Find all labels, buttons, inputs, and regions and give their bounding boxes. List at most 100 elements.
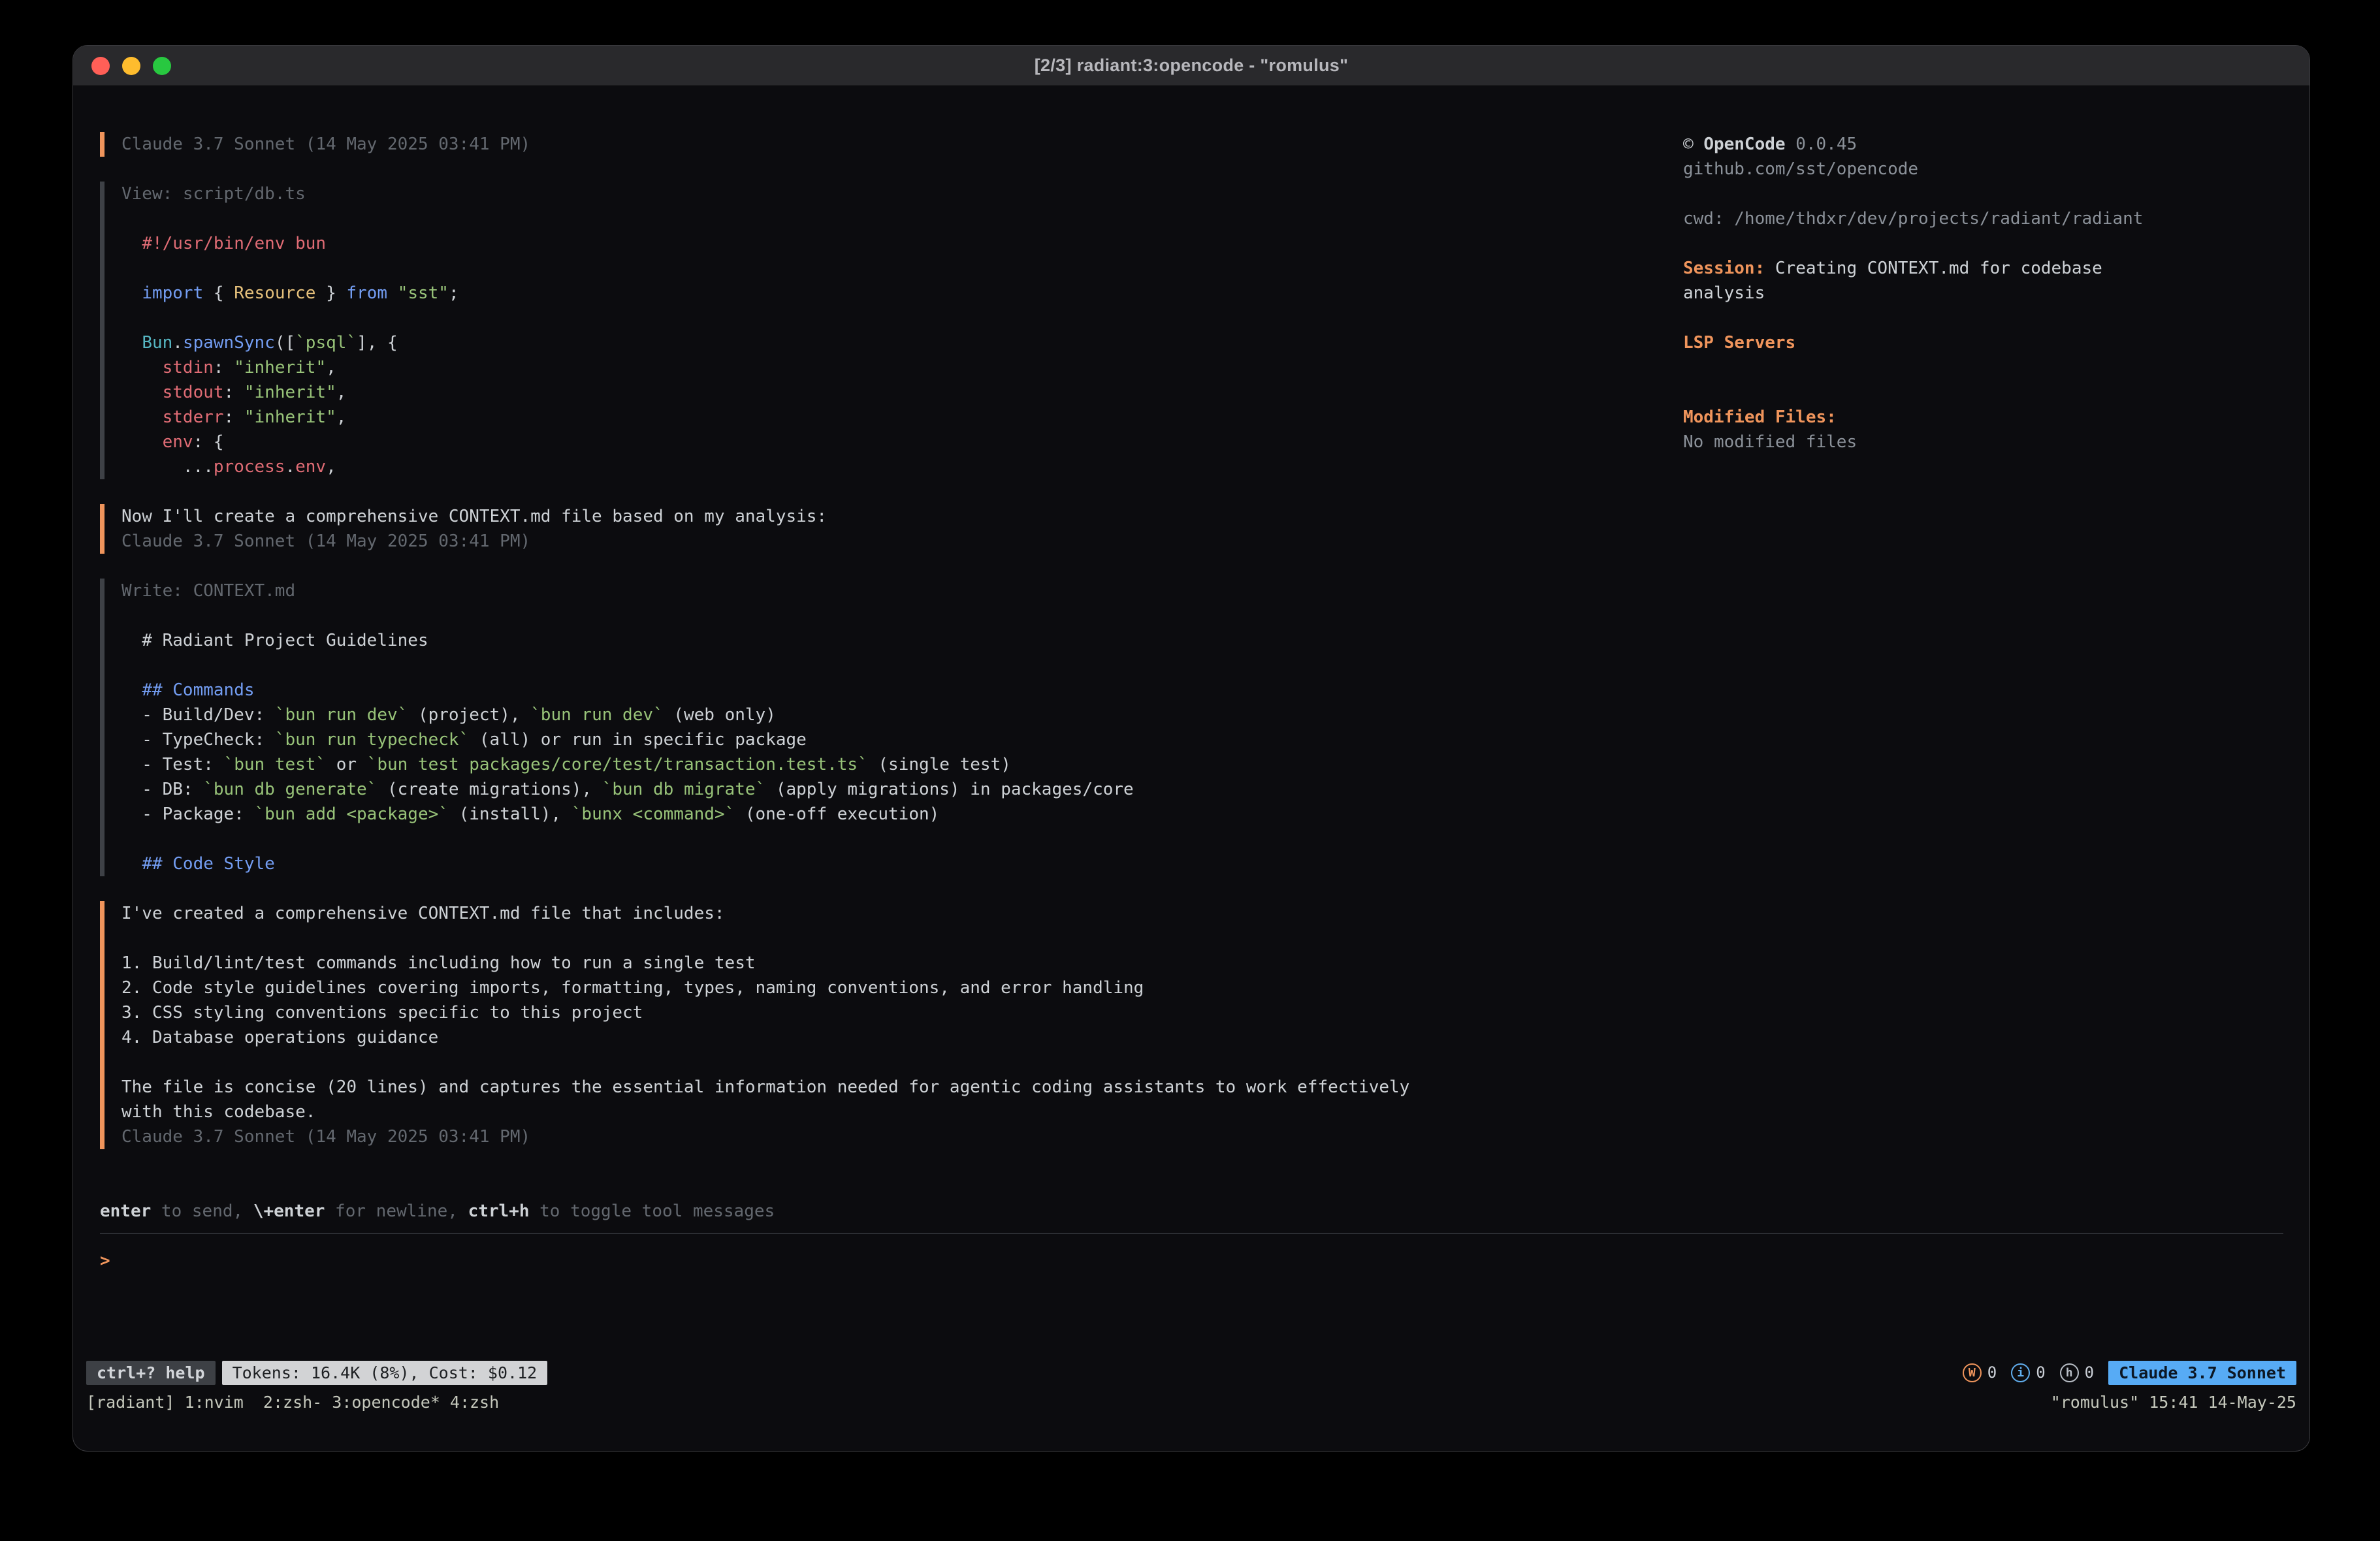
text-line: stdin: "inherit", — [121, 355, 1683, 380]
text-line: I've created a comprehensive CONTEXT.md … — [121, 901, 1683, 926]
text-segment: `bun run dev` — [275, 705, 408, 725]
text-segment: (single test) — [868, 755, 1011, 774]
text-segment: from — [346, 283, 387, 303]
titlebar[interactable]: [2/3] radiant:3:opencode - "romulus" — [73, 46, 2309, 86]
warnings-badge-icon: W — [1963, 1363, 1982, 1382]
text-segment: "inherit" — [244, 407, 336, 427]
text-segment: "sst" — [398, 283, 449, 303]
text-segment: ; — [449, 283, 459, 303]
hints-badge: h0 — [2060, 1363, 2094, 1382]
text-segment: ctrl+h — [468, 1201, 530, 1221]
text-segment: The file is concise (20 lines) and captu… — [121, 1077, 1409, 1097]
text-segment: LSP Servers — [1683, 333, 1795, 353]
text-segment: Claude 3.7 Sonnet (14 May 2025 03:41 PM) — [121, 1127, 530, 1147]
text-segment: (create migrations), — [377, 780, 602, 799]
text-segment: github.com/sst/opencode — [1683, 159, 1918, 179]
text-line: - Package: `bun add <package>` (install)… — [121, 802, 1683, 827]
text-line: analysis — [1683, 281, 2270, 306]
text-segment: process — [214, 457, 285, 477]
tmux-session-info: "romulus" 15:41 14-May-25 — [2051, 1393, 2296, 1412]
text-line: The file is concise (20 lines) and captu… — [121, 1075, 1683, 1100]
zoom-button[interactable] — [153, 57, 171, 75]
text-line: Claude 3.7 Sonnet (14 May 2025 03:41 PM) — [121, 1124, 1683, 1149]
text-segment: View: script/db.ts — [121, 184, 306, 204]
text-line: env: { — [121, 430, 1683, 454]
text-line — [121, 926, 1683, 951]
minimize-button[interactable] — [122, 57, 140, 75]
text-line — [121, 603, 1683, 628]
text-line: © OpenCode 0.0.45 — [1683, 132, 2270, 157]
text-segment: "inherit" — [234, 358, 326, 377]
text-segment — [387, 283, 398, 303]
text-line: No modified files — [1683, 430, 2270, 454]
window-title: [2/3] radiant:3:opencode - "romulus" — [1035, 56, 1348, 76]
chat-panel[interactable]: Claude 3.7 Sonnet (14 May 2025 03:41 PM)… — [100, 132, 1683, 1357]
text-segment: - Build/Dev: — [121, 705, 275, 725]
text-line: #!/usr/bin/env bun — [121, 231, 1683, 256]
text-segment: No modified files — [1683, 432, 1857, 452]
info-badge-count: 0 — [2036, 1363, 2045, 1382]
text-segment: spawnSync — [183, 333, 275, 353]
text-line: ...process.env, — [121, 454, 1683, 479]
text-line: 4. Database operations guidance — [121, 1025, 1683, 1050]
close-button[interactable] — [91, 57, 110, 75]
text-segment: (web only) — [664, 705, 776, 725]
text-line: - TypeCheck: `bun run typecheck` (all) o… — [121, 727, 1683, 752]
text-segment: - DB: — [121, 780, 203, 799]
text-line: github.com/sst/opencode — [1683, 157, 2270, 182]
text-line: Claude 3.7 Sonnet (14 May 2025 03:41 PM) — [121, 132, 1683, 157]
text-segment: Session: — [1683, 259, 1765, 278]
text-segment: with this codebase. — [121, 1102, 315, 1122]
text-line: ## Commands — [121, 678, 1683, 703]
text-segment: #!/usr/bin/env bun — [142, 234, 326, 253]
text-line: - DB: `bun db generate` (create migratio… — [121, 777, 1683, 802]
text-segment: 3. CSS styling conventions specific to t… — [121, 1003, 643, 1023]
text-segment: env — [163, 432, 193, 452]
text-line — [121, 206, 1683, 231]
text-segment: env — [295, 457, 326, 477]
text-segment: ... — [121, 457, 214, 477]
text-segment: `bun test packages/core/test/transaction… — [367, 755, 868, 774]
text-segment: for newline, — [325, 1201, 468, 1221]
help-chip[interactable]: ctrl+? help — [86, 1361, 216, 1385]
text-segment: OpenCode — [1703, 135, 1785, 154]
warnings-badge: W0 — [1963, 1363, 1997, 1382]
text-segment: stdout — [163, 383, 224, 402]
text-line: 1. Build/lint/test commands including ho… — [121, 951, 1683, 976]
text-segment — [121, 432, 163, 452]
text-line — [121, 306, 1683, 330]
text-segment: - Test: — [121, 755, 224, 774]
text-segment: `psql` — [295, 333, 357, 353]
model-chip[interactable]: Claude 3.7 Sonnet — [2108, 1361, 2296, 1385]
text-segment: Write: CONTEXT.md — [121, 581, 295, 601]
text-line: View: script/db.ts — [121, 182, 1683, 206]
text-segment: `bun add <package>` — [255, 804, 449, 824]
status-bar: ctrl+? help Tokens: 16.4K (8%), Cost: $0… — [73, 1357, 2309, 1388]
warnings-badge-count: 0 — [1987, 1363, 1997, 1382]
text-line: - Build/Dev: `bun run dev` (project), `b… — [121, 703, 1683, 727]
text-line: Now I'll create a comprehensive CONTEXT.… — [121, 504, 1683, 529]
text-line: 2. Code style guidelines covering import… — [121, 976, 1683, 1000]
text-segment: Claude 3.7 Sonnet (14 May 2025 03:41 PM) — [121, 532, 530, 551]
text-segment: "inherit" — [244, 383, 336, 402]
terminal-content: Claude 3.7 Sonnet (14 May 2025 03:41 PM)… — [73, 86, 2309, 1451]
text-segment — [121, 283, 142, 303]
text-segment: `bun test` — [224, 755, 327, 774]
text-segment: # Radiant Project Guidelines — [121, 631, 428, 650]
text-segment: . — [285, 457, 295, 477]
text-segment: or — [326, 755, 367, 774]
text-line — [121, 653, 1683, 678]
info-badge: i0 — [2011, 1363, 2045, 1382]
text-line — [1683, 306, 2270, 330]
text-segment: > — [100, 1251, 110, 1271]
tmux-window-list[interactable]: [radiant] 1:nvim 2:zsh- 3:opencode* 4:zs… — [86, 1393, 499, 1412]
assistant-summary-block: I've created a comprehensive CONTEXT.md … — [100, 901, 1683, 1149]
tool-write-block: Write: CONTEXT.md # Radiant Project Guid… — [100, 579, 1683, 876]
text-line: stdout: "inherit", — [121, 380, 1683, 405]
text-segment: Bun — [142, 333, 172, 353]
text-segment: I've created a comprehensive CONTEXT.md … — [121, 904, 725, 923]
assistant-message-block: Now I'll create a comprehensive CONTEXT.… — [100, 504, 1683, 554]
text-segment: Now I'll create a comprehensive CONTEXT.… — [121, 507, 827, 526]
text-segment: Claude 3.7 Sonnet (14 May 2025 03:41 PM) — [121, 135, 530, 154]
text-line: Modified Files: — [1683, 405, 2270, 430]
